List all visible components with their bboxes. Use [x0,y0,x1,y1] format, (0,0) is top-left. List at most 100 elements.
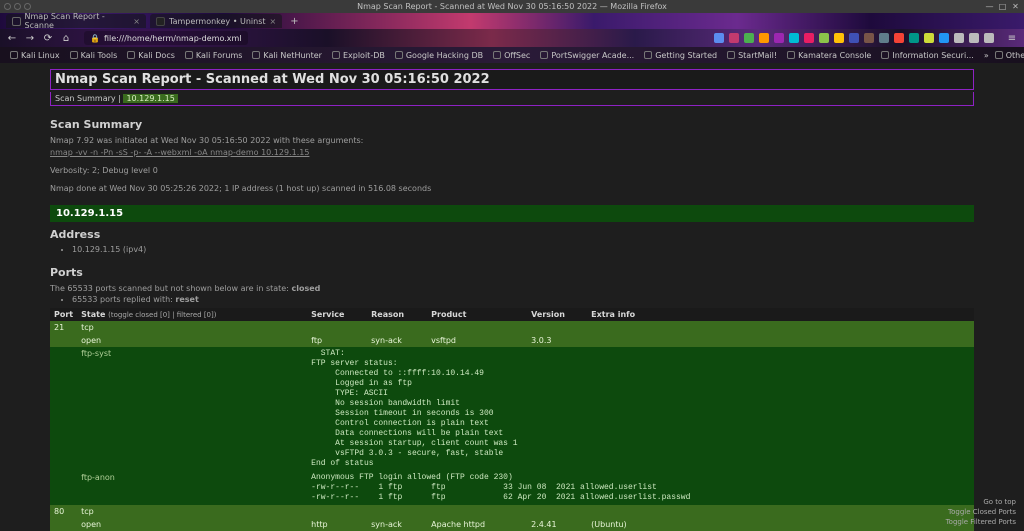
th-service: Service [307,308,367,321]
bookmark-icon [185,51,193,59]
window-minimize-button[interactable]: — [984,2,995,11]
extension-icon[interactable] [939,33,949,43]
th-state[interactable]: State (toggle closed [0] | filtered [0]) [77,308,307,321]
report-subhead: Scan Summary | 10.129.1.15 [50,92,974,106]
extension-icon[interactable] [879,33,889,43]
script-output: Anonymous FTP login allowed (FTP code 23… [311,473,970,503]
window-title: Nmap Scan Report - Scanned at Wed Nov 30… [357,2,667,11]
bookmark-icon [787,51,795,59]
favicon-icon [12,17,21,26]
extension-icon[interactable] [774,33,784,43]
port-detail-row: openftpsyn-ackvsftpd3.0.3 [50,334,974,347]
port-row[interactable]: 80tcp [50,505,974,518]
bookmark-item[interactable]: Kali NetHunter [252,51,322,60]
bookmark-item[interactable]: PortSwigger Acade... [540,51,634,60]
url-bar[interactable]: 🔒 file:///home/herm/nmap-demo.xml [84,31,248,45]
folder-icon [995,51,1003,59]
back-button[interactable]: ← [6,33,18,44]
lock-icon: 🔒 [90,34,100,43]
menu-button[interactable]: ≡ [1006,33,1018,44]
th-port: Port [50,308,77,321]
script-output: STAT: FTP server status: Connected to ::… [311,349,970,469]
th-reason: Reason [367,308,427,321]
extension-icon[interactable] [729,33,739,43]
address-item: 10.129.1.15 (ipv4) [72,245,974,254]
port-detail-row: openhttpsyn-ackApache httpd2.4.41(Ubuntu… [50,518,974,531]
link-go-to-top[interactable]: Go to top [946,498,1016,507]
bookmark-icon [70,51,78,59]
bookmark-item[interactable]: Kamatera Console [787,51,871,60]
window-circles [4,3,31,10]
tab-tampermonkey[interactable]: Tampermonkey • Uninst × [150,14,282,28]
ports-table: Port State (toggle closed [0] | filtered… [50,308,974,531]
extension-icon[interactable] [819,33,829,43]
bookmark-icon [727,51,735,59]
port-row[interactable]: 21tcp [50,321,974,334]
bookmark-item[interactable]: Getting Started [644,51,717,60]
extension-icon[interactable] [864,33,874,43]
bookmark-item[interactable]: Kali Linux [10,51,60,60]
extension-icon[interactable] [834,33,844,43]
extension-icon[interactable] [969,33,979,43]
bookmark-item[interactable]: Exploit-DB [332,51,385,60]
bookmark-item[interactable]: OffSec [493,51,530,60]
bookmark-icon [395,51,403,59]
host-header[interactable]: 10.129.1.15 [50,205,974,222]
favicon-icon [156,17,165,26]
th-version: Version [527,308,587,321]
bookmark-item[interactable]: Kali Forums [185,51,243,60]
bookmark-icon [540,51,548,59]
scan-summary-heading: Scan Summary [50,118,974,131]
report-title: Nmap Scan Report - Scanned at Wed Nov 30… [55,72,969,87]
tab-label: Tampermonkey • Uninst [169,17,266,26]
nav-bar: ← → ⟳ ⌂ 🔒 file:///home/herm/nmap-demo.xm… [0,29,1024,47]
address-heading: Address [50,228,974,241]
extension-icon[interactable] [789,33,799,43]
link-toggle-filtered[interactable]: Toggle Filtered Ports [946,518,1016,527]
extension-icon[interactable] [924,33,934,43]
tab-close-icon[interactable]: × [133,17,140,26]
bookmark-icon [127,51,135,59]
extension-icon[interactable] [894,33,904,43]
bookmark-icon [252,51,260,59]
extension-icon[interactable] [954,33,964,43]
window-close-button[interactable]: ✕ [1010,2,1021,11]
ports-heading: Ports [50,266,974,279]
page-content: Nmap Scan Report - Scanned at Wed Nov 30… [0,63,1024,531]
th-product: Product [427,308,527,321]
tab-nmap-report[interactable]: Nmap Scan Report - Scanne × [6,14,146,28]
th-extra: Extra info [587,308,974,321]
bookmark-item[interactable]: StartMail! [727,51,777,60]
extension-icon[interactable] [909,33,919,43]
bookmark-icon [644,51,652,59]
extension-icon[interactable] [744,33,754,43]
tab-label: Nmap Scan Report - Scanne [25,12,130,30]
new-tab-button[interactable]: + [290,16,298,27]
extension-icon[interactable] [804,33,814,43]
bookmark-item[interactable]: Information Securi... [881,51,973,60]
tab-close-icon[interactable]: × [270,17,277,26]
reload-button[interactable]: ⟳ [42,33,54,44]
home-button[interactable]: ⌂ [60,33,72,44]
window-titlebar: Nmap Scan Report - Scanned at Wed Nov 30… [0,0,1024,13]
bookmark-item[interactable]: Kali Tools [70,51,118,60]
bookmark-folder-other[interactable]: Other Bookmarks [995,51,1024,60]
ports-reply-item: 65533 ports replied with: reset [72,295,974,304]
bookmark-item[interactable]: Google Hacking DB [395,51,483,60]
scan-summary-ip[interactable]: 10.129.1.15 [123,94,177,103]
extension-icon[interactable] [849,33,859,43]
forward-button[interactable]: → [24,33,36,44]
bookmark-item[interactable]: Kali Docs [127,51,175,60]
extension-icon[interactable] [984,33,994,43]
script-row: ftp-anonAnonymous FTP login allowed (FTP… [50,471,974,505]
report-header: Nmap Scan Report - Scanned at Wed Nov 30… [50,69,974,90]
link-toggle-closed[interactable]: Toggle Closed Ports [946,508,1016,517]
extension-icon[interactable] [759,33,769,43]
extension-icon[interactable] [714,33,724,43]
bookmarks-bar: Kali Linux Kali Tools Kali Docs Kali Forums… [0,47,1024,63]
bookmarks-overflow[interactable]: » [984,51,989,60]
window-maximize-button[interactable]: □ [997,2,1008,11]
scan-summary-link[interactable]: Scan Summary [55,94,116,103]
tab-strip: Nmap Scan Report - Scanne × Tampermonkey… [0,13,1024,29]
script-name: ftp-syst [77,347,307,471]
